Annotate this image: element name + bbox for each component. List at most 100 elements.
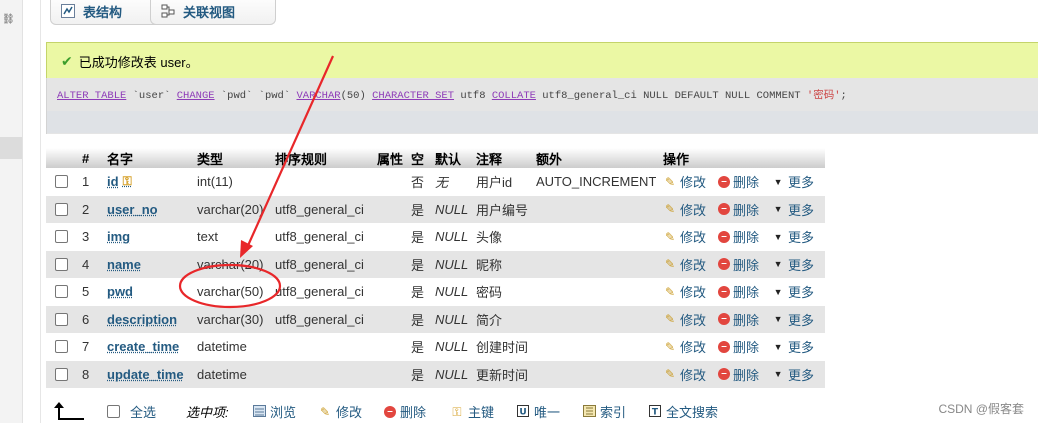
edit-icon[interactable]: ✎ (663, 230, 677, 244)
row-checkbox[interactable] (55, 251, 68, 279)
more-link[interactable]: 更多 (788, 255, 814, 274)
dropdown-triangle-icon[interactable]: ▼ (771, 257, 785, 271)
header-action: 操作 (663, 151, 690, 167)
row-checkbox[interactable] (55, 333, 68, 361)
dropdown-triangle-icon[interactable]: ▼ (771, 202, 785, 216)
column-name-label[interactable]: create_time (107, 339, 179, 354)
column-name[interactable]: pwd (107, 278, 192, 306)
link-icon[interactable]: ⛓ (2, 14, 15, 25)
edit-link[interactable]: 修改 (680, 282, 706, 301)
drop-icon[interactable]: – (718, 175, 731, 188)
row-checkbox[interactable] (55, 306, 68, 334)
column-name[interactable]: id ⚿ (107, 168, 192, 196)
header-null[interactable]: 空 (411, 148, 427, 168)
bulk-browse-button[interactable]: 浏览 (252, 402, 296, 421)
column-name-label[interactable]: pwd (107, 284, 133, 299)
edit-link[interactable]: 修改 (680, 172, 706, 191)
column-name[interactable]: description (107, 306, 192, 334)
header-comment[interactable]: 注释 (476, 148, 532, 168)
dropdown-triangle-icon[interactable]: ▼ (771, 230, 785, 244)
bulk-unique-button[interactable]: U 唯一 (516, 402, 560, 421)
column-name-label[interactable]: img (107, 229, 130, 244)
sql-keyword[interactable]: COLLATE (492, 90, 536, 102)
more-link[interactable]: 更多 (788, 365, 814, 384)
row-checkbox[interactable] (55, 278, 68, 306)
header-default[interactable]: 默认 (435, 148, 471, 168)
row-checkbox[interactable] (55, 168, 68, 196)
edit-link[interactable]: 修改 (680, 255, 706, 274)
edit-icon[interactable]: ✎ (663, 175, 677, 189)
row-checkbox[interactable] (55, 361, 68, 389)
more-link[interactable]: 更多 (788, 200, 814, 219)
edit-icon[interactable]: ✎ (663, 285, 677, 299)
more-link[interactable]: 更多 (788, 282, 814, 301)
dropdown-triangle-icon[interactable]: ▼ (771, 312, 785, 326)
drop-link[interactable]: 删除 (733, 200, 759, 219)
bulk-primary-key-button[interactable]: ⚿ 主键 (450, 402, 494, 421)
column-name-label[interactable]: id (107, 174, 119, 189)
drop-link[interactable]: 删除 (733, 337, 759, 356)
drop-icon[interactable]: – (718, 258, 731, 271)
column-name[interactable]: name (107, 251, 192, 279)
row-checkbox[interactable] (55, 223, 68, 251)
drop-link[interactable]: 删除 (733, 365, 759, 384)
select-all[interactable]: 全选 (107, 402, 156, 421)
header-extra[interactable]: 额外 (536, 148, 656, 168)
header-name[interactable]: 名字 (107, 148, 192, 168)
drop-link[interactable]: 删除 (733, 282, 759, 301)
edit-icon[interactable]: ✎ (663, 202, 677, 216)
select-all-checkbox[interactable] (107, 405, 120, 418)
drop-link[interactable]: 删除 (733, 227, 759, 246)
edit-link[interactable]: 修改 (680, 337, 706, 356)
more-link[interactable]: 更多 (788, 227, 814, 246)
drop-icon[interactable]: – (718, 368, 731, 381)
column-name-label[interactable]: update_time (107, 367, 184, 382)
column-name[interactable]: update_time (107, 361, 192, 389)
edit-icon[interactable]: ✎ (663, 367, 677, 381)
drop-icon[interactable]: – (718, 230, 731, 243)
column-name[interactable]: user_no (107, 196, 192, 224)
column-name-label[interactable]: name (107, 257, 141, 272)
column-name-label[interactable]: user_no (107, 202, 158, 217)
bulk-drop-button[interactable]: – 删除 (384, 402, 426, 421)
drop-link[interactable]: 删除 (733, 310, 759, 329)
column-name[interactable]: img (107, 223, 192, 251)
drop-icon[interactable]: – (718, 340, 731, 353)
drop-icon[interactable]: – (718, 203, 731, 216)
sql-keyword[interactable]: CHANGE (177, 90, 215, 102)
column-name[interactable]: create_time (107, 333, 192, 361)
sql-keyword[interactable]: CHARACTER SET (372, 90, 454, 102)
bulk-edit-button[interactable]: ✎ 修改 (318, 402, 362, 421)
edit-icon[interactable]: ✎ (663, 312, 677, 326)
sql-keyword[interactable]: ALTER TABLE (57, 90, 126, 102)
edit-link[interactable]: 修改 (680, 310, 706, 329)
edit-icon[interactable]: ✎ (663, 340, 677, 354)
dropdown-triangle-icon[interactable]: ▼ (771, 367, 785, 381)
edit-link[interactable]: 修改 (680, 365, 706, 384)
header-collation[interactable]: 排序规则 (275, 148, 371, 168)
tab-relation-view[interactable]: 关联视图 (150, 0, 276, 25)
bulk-fulltext-button[interactable]: T 全文搜索 (648, 402, 718, 421)
drop-icon[interactable]: – (718, 313, 731, 326)
bulk-index-button[interactable]: 索引 (582, 402, 626, 421)
header-num[interactable]: # (82, 148, 102, 168)
more-link[interactable]: 更多 (788, 172, 814, 191)
edit-link[interactable]: 修改 (680, 200, 706, 219)
header-attributes[interactable]: 属性 (377, 148, 407, 168)
column-comment: 更新时间 (476, 367, 529, 383)
edit-icon[interactable]: ✎ (663, 257, 677, 271)
column-name-label[interactable]: description (107, 312, 177, 327)
drop-link[interactable]: 删除 (733, 172, 759, 191)
more-link[interactable]: 更多 (788, 310, 814, 329)
edit-link[interactable]: 修改 (680, 227, 706, 246)
more-link[interactable]: 更多 (788, 337, 814, 356)
dropdown-triangle-icon[interactable]: ▼ (771, 285, 785, 299)
dropdown-triangle-icon[interactable]: ▼ (771, 175, 785, 189)
dropdown-triangle-icon[interactable]: ▼ (771, 340, 785, 354)
drop-link[interactable]: 删除 (733, 255, 759, 274)
header-type[interactable]: 类型 (197, 148, 270, 168)
sql-keyword[interactable]: VARCHAR (296, 90, 340, 102)
drop-icon[interactable]: – (718, 285, 731, 298)
select-all-label[interactable]: 全选 (130, 402, 156, 421)
row-checkbox[interactable] (55, 196, 68, 224)
